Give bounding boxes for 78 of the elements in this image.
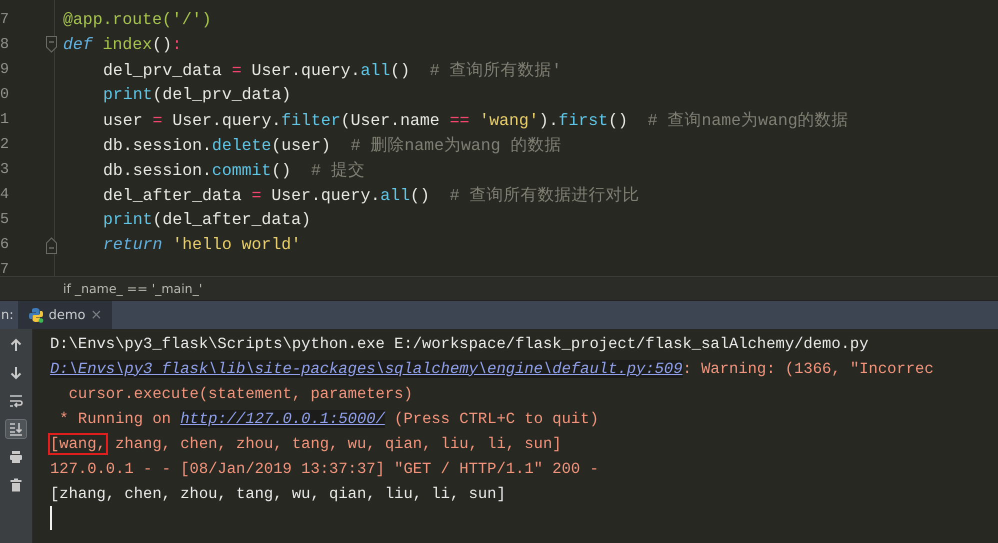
code-text: del_after_data <box>103 186 243 204</box>
decorator-text: @app.route('/') <box>63 10 212 29</box>
console-error-text: cursor.execute(statement, parameters) <box>68 384 413 402</box>
console-error-text: : Warning: (1366, "Incorrec <box>682 360 934 378</box>
highlighted-text: [wang, <box>50 434 106 452</box>
method-name: all <box>380 186 410 204</box>
code-comment: # 查询所有数据' <box>430 60 562 80</box>
code-text: del_prv_data <box>103 60 223 80</box>
string-text: 'hello world' <box>172 235 302 254</box>
code-text: () <box>410 186 431 204</box>
string-text: 'wang' <box>479 110 539 130</box>
line-number: 4 <box>0 186 10 203</box>
operator-text: = <box>232 60 242 80</box>
method-name: commit <box>212 160 272 180</box>
code-text: () <box>390 60 411 80</box>
operator-text: == <box>450 110 470 130</box>
line-number: 1 <box>0 111 10 128</box>
code-text: (user) <box>271 136 332 154</box>
panel-label: n: <box>0 306 15 324</box>
code-text: User.query. <box>270 186 380 204</box>
code-text: user <box>103 110 144 130</box>
operator-text: = <box>152 110 162 130</box>
run-tab[interactable]: demo × <box>18 301 112 329</box>
console-error-text: zhang, chen, zhou, tang, wu, qian, liu, li, sun] <box>114 434 562 452</box>
code-comment: # 提交 <box>310 160 365 180</box>
line-number: 5 <box>0 211 10 228</box>
down-arrow-icon <box>9 366 23 380</box>
method-name: print <box>103 210 153 229</box>
text-cursor <box>50 506 52 530</box>
line-number: 7 <box>0 11 10 28</box>
fold-icon[interactable] <box>46 36 57 54</box>
line-number: 6 <box>0 236 10 253</box>
console-text: D:\Envs\py3_flask\Scripts\python.exe E:/workspace/flask_project/flask_salAlchemy/demo.py <box>50 334 869 352</box>
code-text: () <box>152 35 172 54</box>
toolbar-button[interactable] <box>5 419 27 439</box>
scroll-to-end-icon <box>9 422 23 436</box>
python-icon <box>28 307 44 323</box>
print-icon <box>9 450 23 464</box>
keyword-text: return <box>103 235 164 254</box>
console-text: [zhang, chen, zhou, tang, wu, qian, liu, li, sun] <box>50 484 506 502</box>
code-comment: # 查询所有数据进行对比 <box>450 186 640 204</box>
method-name: first <box>558 110 608 130</box>
code-text: db.session. <box>103 136 212 154</box>
code-text: User.query. <box>171 110 282 130</box>
function-name: index <box>102 35 152 54</box>
fold-icon[interactable] <box>46 236 57 254</box>
code-text: ). <box>538 110 559 130</box>
code-text: db.session. <box>103 160 212 180</box>
console-error-text: (Press CTRL+C to quit) <box>393 410 599 428</box>
soft-wrap-icon <box>9 394 23 408</box>
console-link[interactable]: http://127.0.0.1:5000/ <box>180 410 385 428</box>
code-text: (User.name <box>340 110 441 130</box>
code-comment: # 删除name为wang 的数据 <box>350 136 562 154</box>
method-name: filter <box>281 110 341 130</box>
line-number: 0 <box>0 86 10 103</box>
code-text: () <box>271 160 292 180</box>
code-text: (del_prv_data) <box>152 85 292 104</box>
line-number: 9 <box>0 61 10 78</box>
console-link[interactable]: D:\Envs\py3_flask\lib\site-packages\sqlalchemy\engine\default.py:509 <box>50 360 683 378</box>
method-name: all <box>360 60 390 80</box>
code-comment: # 查询name为wang的数据 <box>648 110 849 130</box>
line-number: 7 <box>0 261 10 278</box>
console-error-text: 127.0.0.1 - - [08/Jan/2019 13:37:37] "GET / HTTP/1.1" 200 - <box>50 460 599 478</box>
keyword-text: def <box>63 35 94 54</box>
trash-icon <box>9 478 23 492</box>
code-text: (del_after_data) <box>152 210 311 229</box>
method-name: print <box>103 85 153 104</box>
code-text: User.query. <box>250 60 360 80</box>
operator-text: = <box>252 186 262 204</box>
code-text: () <box>608 110 629 130</box>
operator-text: : <box>172 35 182 54</box>
line-number: 3 <box>0 161 10 178</box>
console-error-text: * Running on <box>58 410 172 428</box>
method-name: delete <box>212 136 272 154</box>
line-number: 2 <box>0 136 10 153</box>
line-number: 8 <box>0 36 10 53</box>
up-arrow-icon <box>9 338 23 352</box>
breadcrumb[interactable]: if _name_ == '_main_' <box>63 281 202 296</box>
